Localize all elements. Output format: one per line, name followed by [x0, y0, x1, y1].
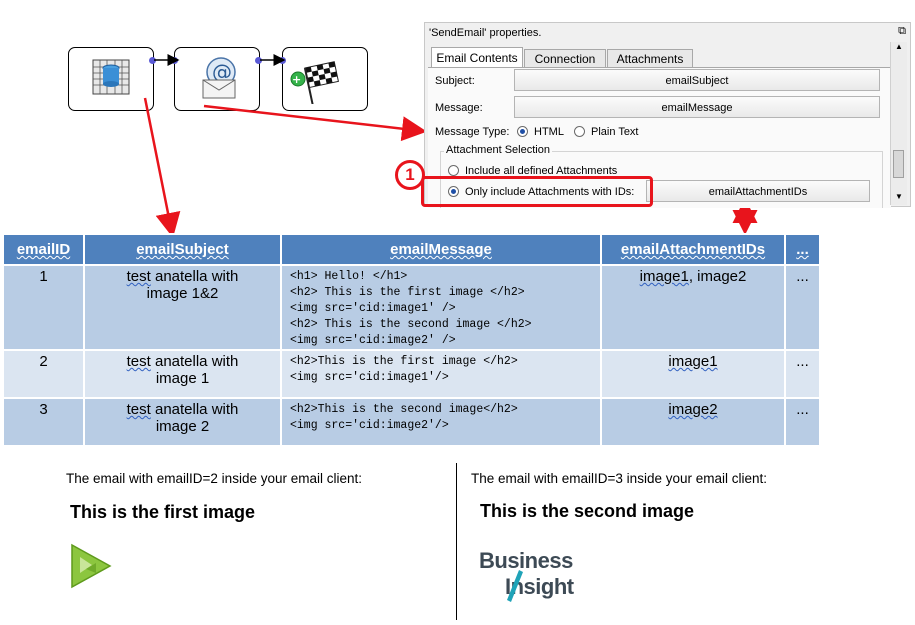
subject-field-button[interactable]: emailSubject — [514, 69, 880, 91]
cell-emailattachmentids: image1 — [600, 349, 786, 399]
table-row: 2 test anatella with image 1 <h2>This is … — [2, 349, 821, 399]
callout-number: 1 — [405, 165, 415, 184]
message-label: Message: — [435, 102, 483, 114]
cell-emailattachmentids: image1, image2 — [600, 264, 786, 351]
tab-attachments[interactable]: Attachments — [607, 49, 693, 67]
col-header-emailattachmentids: emailAttachmentIDs — [600, 233, 786, 266]
callout-highlight-box — [421, 176, 653, 207]
attachment-group-label: Attachment Selection — [444, 144, 552, 156]
properties-scrollbar[interactable]: ▲ ▼ — [890, 42, 907, 205]
tab-connection[interactable]: Connection — [524, 49, 606, 67]
cell-emailmessage: <h2>This is the first image </h2> <img s… — [280, 349, 602, 399]
logo-line-1: Business — [479, 548, 573, 573]
arrow-to-subject-column — [143, 97, 181, 238]
cell-emailattachmentids: image2 — [600, 397, 786, 447]
cell-emailid: 1 — [2, 264, 85, 351]
radio-plain-text[interactable] — [574, 126, 585, 137]
col-header-emailmessage: emailMessage — [280, 233, 602, 266]
cell-more: ... — [784, 264, 821, 351]
col-header-emailsubject: emailSubject — [83, 233, 282, 266]
properties-title: 'SendEmail' properties. — [429, 27, 542, 39]
right-preview-caption: The email with emailID=3 inside your ema… — [471, 471, 767, 486]
scroll-down-icon[interactable]: ▼ — [895, 192, 903, 201]
cell-emailsubject: test anatella with image 1 — [83, 349, 282, 399]
cell-emailmessage: <h1> Hello! </h1> <h2> This is the first… — [280, 264, 602, 351]
cell-more: ... — [784, 349, 821, 399]
pin-icon[interactable]: ⧉ — [898, 25, 906, 38]
email-data-table: emailID emailSubject emailMessage emailA… — [2, 233, 821, 447]
cell-emailid: 3 — [2, 397, 85, 447]
right-preview-heading: This is the second image — [480, 501, 695, 521]
radio-plain-text-label: Plain Text — [591, 126, 639, 138]
cell-more: ... — [784, 397, 821, 447]
radio-html[interactable] — [517, 126, 528, 137]
message-field-button[interactable]: emailMessage — [514, 96, 880, 118]
preview-divider — [456, 463, 457, 620]
table-row: 1 test anatella with image 1&2 <h1> Hello… — [2, 264, 821, 351]
col-header-emailid: emailID — [2, 233, 85, 266]
business-insight-logo: Business Insight — [479, 548, 619, 608]
arrow-to-properties — [203, 104, 427, 142]
tab-email-contents[interactable]: Email Contents — [431, 47, 523, 68]
cell-emailsubject: test anatella with image 2 — [83, 397, 282, 447]
callout-number-badge: 1 — [395, 160, 425, 190]
cell-emailsubject: test anatella with image 1&2 — [83, 264, 282, 351]
table-row: 3 test anatella with image 2 <h2>This is … — [2, 397, 821, 447]
logo-swoosh-icon — [507, 570, 523, 602]
message-type-label: Message Type: — [435, 126, 510, 138]
cell-emailid: 2 — [2, 349, 85, 399]
subject-label: Subject: — [435, 75, 475, 87]
radio-html-label: HTML — [534, 126, 564, 138]
left-preview-caption: The email with emailID=2 inside your ema… — [66, 471, 362, 486]
table-header-row: emailID emailSubject emailMessage emailA… — [2, 233, 821, 266]
attachment-ids-field-button[interactable]: emailAttachmentIDs — [646, 180, 870, 202]
cell-emailmessage: <h2>This is the second image</h2> <img s… — [280, 397, 602, 447]
anatella-logo-icon — [71, 543, 112, 589]
scroll-up-icon[interactable]: ▲ — [895, 42, 903, 51]
scrollbar-thumb[interactable] — [893, 150, 904, 178]
col-header-more: ... — [784, 233, 821, 266]
left-preview-heading: This is the first image — [70, 502, 256, 522]
radio-include-all[interactable] — [448, 165, 459, 176]
